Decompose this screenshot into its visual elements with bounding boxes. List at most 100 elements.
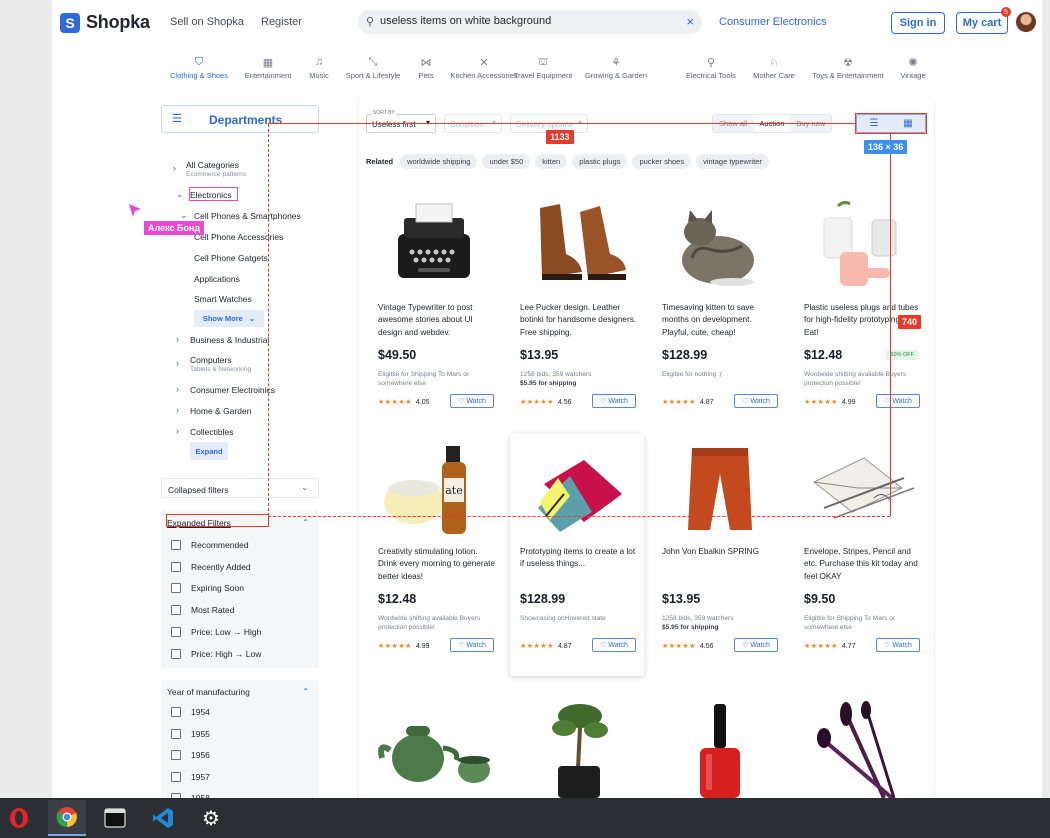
filter-option[interactable]: Price: Low → High [171, 626, 261, 637]
checkbox[interactable] [171, 583, 181, 594]
product-card[interactable]: John Von Ebalkin SPRING $13.95 1258 bids, … [652, 434, 786, 676]
product-image-plugs[interactable] [794, 194, 928, 294]
product-card[interactable]: ate Creativity stimulating lotion. Drink … [368, 434, 502, 676]
product-image-paper[interactable] [510, 438, 644, 538]
filter-option[interactable]: Recommended [171, 540, 249, 550]
shopka-logo[interactable]: S Shopka [60, 12, 150, 33]
product-title[interactable]: Timesaving kitten to save months on deve… [662, 302, 780, 339]
related-chip[interactable]: under $50 [482, 153, 531, 169]
checkbox[interactable] [171, 728, 181, 739]
related-chip[interactable]: vintage typewriter [696, 153, 769, 169]
show-more-button[interactable]: Show More ⌄ [194, 310, 264, 327]
product-image-brushes[interactable] [796, 698, 930, 800]
chevron-right-icon[interactable]: › [176, 358, 179, 368]
cart-button[interactable]: My cart 5 [956, 7, 1011, 34]
year-option[interactable]: 1957 [171, 771, 210, 782]
opera-icon[interactable] [0, 800, 38, 836]
product-title[interactable]: Lee Pucker design. Leather botinki for h… [520, 302, 638, 339]
product-image-bonsai[interactable] [512, 698, 646, 798]
product-image-lotion[interactable]: ate [368, 438, 502, 538]
product-card[interactable]: Lee Pucker design. Leather botinki for h… [510, 190, 644, 432]
watch-button[interactable]: ♡ Watch [592, 638, 636, 652]
sell-link[interactable]: Sell on Shopka [170, 16, 244, 28]
product-card[interactable]: Timesaving kitten to save months on deve… [652, 190, 786, 432]
condition-select[interactable]: Condition ▾ [444, 114, 502, 133]
seg-auction[interactable]: Auction [753, 115, 791, 132]
expanded-filters-title[interactable]: Expanded Filters [167, 518, 231, 528]
seg-buy-now[interactable]: Buy now [790, 115, 831, 132]
product-image-typewriter[interactable] [368, 194, 502, 294]
product-image-boots[interactable] [510, 194, 644, 294]
grid-view-icon[interactable]: ▦ [891, 115, 925, 132]
tree-smart-watches[interactable]: Smart Watches [194, 294, 252, 304]
checkbox[interactable] [171, 750, 181, 760]
chevron-down-icon[interactable]: ⌄ [180, 210, 188, 221]
checkbox[interactable] [171, 771, 181, 782]
register-link[interactable]: Register [261, 16, 302, 28]
product-card[interactable]: Plastic useless plugs and tubes for high… [794, 190, 928, 432]
delivery-select[interactable]: Delivery options ▾ [510, 114, 588, 133]
chevron-right-icon[interactable]: › [176, 426, 179, 436]
watch-button[interactable]: ♡ Watch [734, 638, 778, 652]
product-title[interactable]: Prototyping items to create a lot if use… [520, 546, 638, 571]
product-title[interactable]: Plastic useless plugs and tubes for high… [804, 302, 922, 339]
chevron-up-icon[interactable]: ⌃ [302, 518, 309, 527]
checkbox[interactable] [171, 626, 181, 637]
tree-applications[interactable]: Applications [194, 274, 240, 284]
tree-cell-phones[interactable]: Cell Phones & Smartphones [194, 211, 301, 221]
tree-all-categories[interactable]: All Categories Ecommerce patterns [186, 160, 246, 178]
product-image-envelope[interactable] [794, 438, 928, 538]
product-card[interactable]: Envelope, Stripes, Pencil and etc. Purch… [794, 434, 928, 676]
settings-icon[interactable]: ⚙ [192, 800, 230, 836]
product-card[interactable]: Prototyping items to create a lot if use… [510, 434, 644, 676]
seg-show-all[interactable]: Show all [713, 115, 753, 132]
checkbox[interactable] [171, 605, 181, 616]
year-option[interactable]: 1954 [171, 707, 210, 717]
related-chip[interactable]: worldwide shipping [400, 153, 478, 169]
category-7[interactable]: ⚘ Growing & Garden [571, 56, 661, 80]
search-input[interactable]: useless items on white background [380, 15, 551, 27]
product-title[interactable]: Envelope, Stripes, Pencil and etc. Purch… [804, 546, 922, 583]
search-bar[interactable]: ⚲ useless items on white background × [358, 10, 702, 34]
tree-cell-gadgets[interactable]: Cell Phone Gatgets [194, 253, 268, 263]
vscode-icon[interactable] [144, 800, 182, 836]
watch-button[interactable]: ♡ Watch [592, 394, 636, 408]
list-view-icon[interactable]: ☰ [857, 115, 891, 132]
watch-button[interactable]: ♡ Watch [876, 394, 920, 408]
product-title[interactable]: Creativity stimulating lotion. Drink eve… [378, 546, 496, 583]
chevron-right-icon[interactable]: › [176, 384, 179, 394]
related-chip[interactable]: kitten [535, 153, 568, 169]
tree-business[interactable]: Business & Industrial [190, 335, 269, 345]
expand-button[interactable]: Expand [190, 442, 228, 460]
chevron-right-icon[interactable]: › [173, 163, 176, 173]
tree-collectibles[interactable]: Collectibles [190, 427, 233, 437]
filter-option[interactable]: Most Rated [171, 605, 234, 616]
product-image-kitten[interactable] [652, 194, 786, 294]
tree-electronics[interactable]: Electronics [190, 190, 232, 200]
chevron-right-icon[interactable]: › [176, 334, 179, 344]
product-image-teapot[interactable] [370, 698, 504, 798]
chevron-up-icon[interactable]: ⌃ [302, 687, 309, 696]
clear-search-icon[interactable]: × [686, 14, 694, 29]
checkbox[interactable] [171, 561, 181, 572]
related-chip[interactable]: pucker shoes [632, 153, 692, 169]
chevron-down-icon[interactable]: ⌄ [176, 189, 184, 200]
product-title[interactable]: John Von Ebalkin SPRING [662, 546, 780, 558]
tree-computers[interactable]: Computers Tablets & Networking [190, 355, 251, 373]
tree-consumer-electronics[interactable]: Consumer Electroinics [190, 385, 275, 395]
category-11[interactable]: ✺ Vintage [868, 56, 958, 80]
terminal-icon[interactable] [96, 800, 134, 836]
checkbox[interactable] [171, 540, 181, 550]
watch-button[interactable]: ♡ Watch [450, 394, 494, 408]
avatar[interactable] [1016, 12, 1036, 32]
filter-option[interactable]: Expiring Soon [171, 583, 244, 594]
product-image-nail-polish[interactable] [654, 698, 788, 798]
category-link[interactable]: Consumer Electronics [719, 16, 827, 28]
product-image-pants[interactable] [652, 438, 786, 538]
year-option[interactable]: 1956 [171, 750, 210, 760]
checkbox[interactable] [171, 707, 181, 717]
chevron-down-icon[interactable]: ⌄ [301, 483, 308, 492]
watch-button[interactable]: ♡ Watch [734, 394, 778, 408]
watch-button[interactable]: ♡ Watch [876, 638, 920, 652]
chrome-icon[interactable] [48, 800, 86, 836]
